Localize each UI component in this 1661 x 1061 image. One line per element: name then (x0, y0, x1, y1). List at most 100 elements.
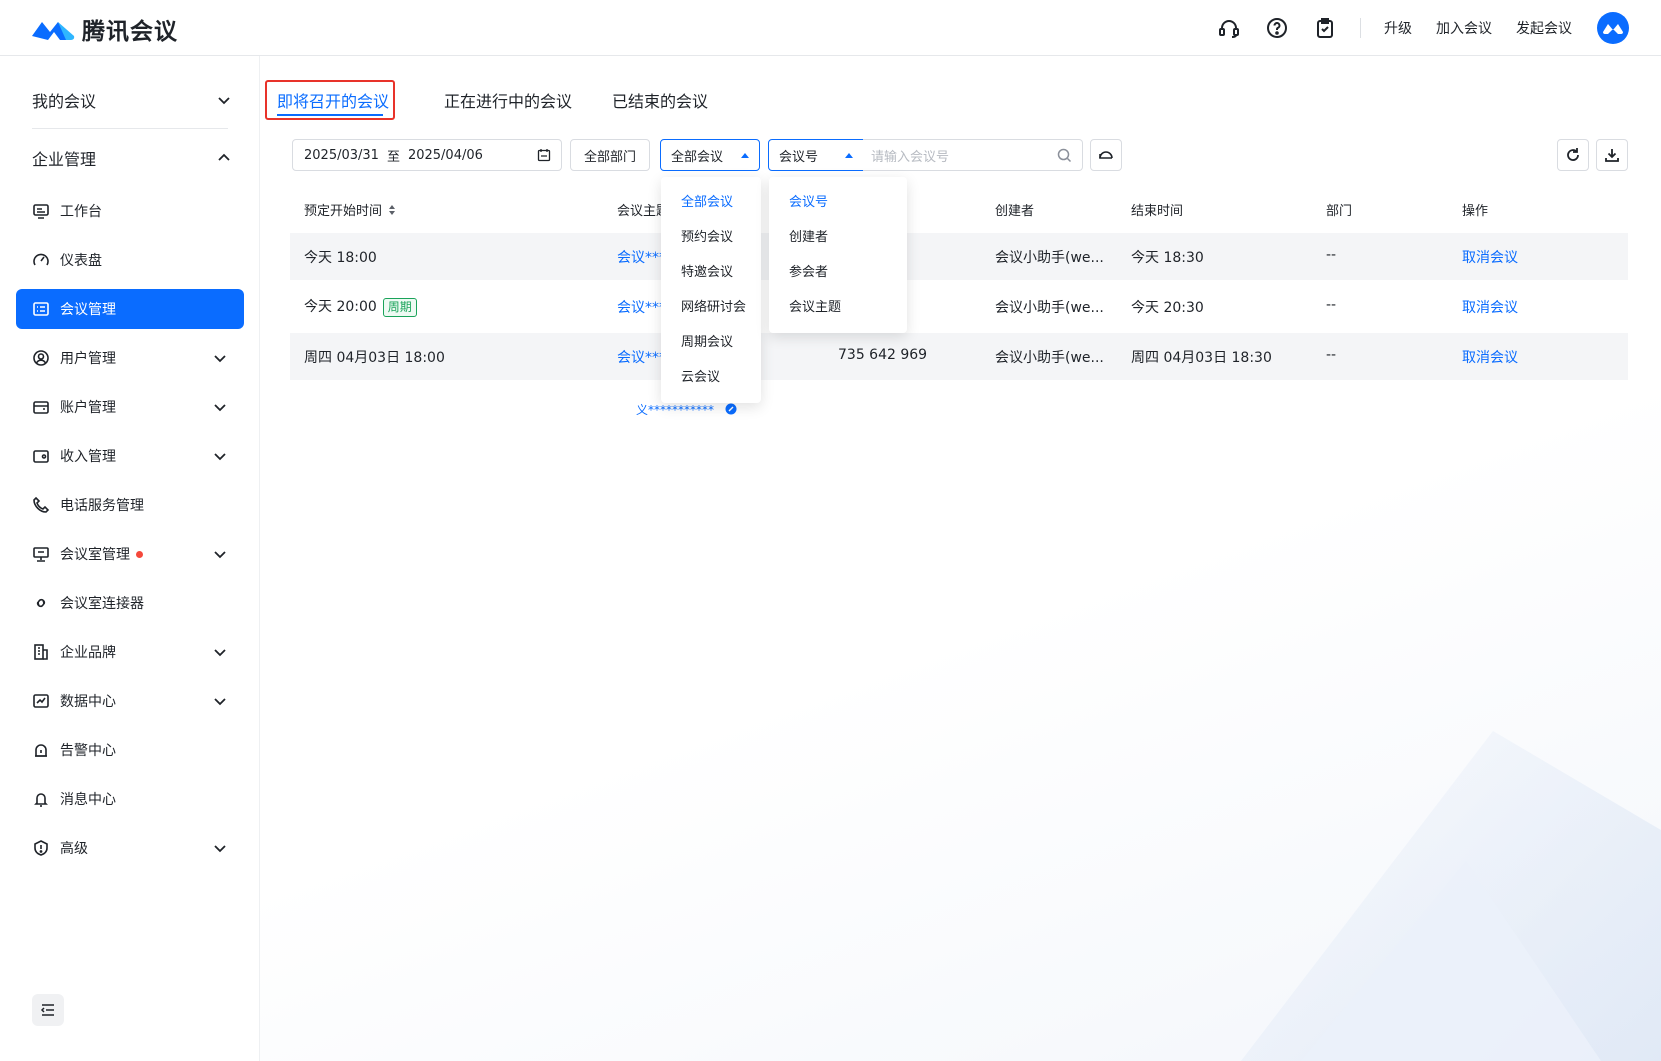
sidebar-item-label: 会议管理 (60, 302, 116, 318)
link-icon (36, 598, 46, 608)
income-icon (33, 450, 49, 463)
sidebar-item-alarm-center[interactable]: 告警中心 (16, 730, 244, 770)
sidebar-item-room-connector[interactable]: 会议室连接器 (16, 583, 244, 623)
search-field-dropdown: 会议号 创建者 参会者 会议主题 (769, 177, 907, 333)
logo[interactable]: 腾讯会议 (30, 12, 178, 46)
meeting-type-option[interactable]: 周期会议 (681, 331, 733, 350)
date-range-picker[interactable]: 2025/03/31 至 2025/04/06 (292, 139, 562, 171)
date-end: 2025/04/06 (407, 147, 483, 163)
sidebar-item-user-management[interactable]: 用户管理 (16, 338, 244, 378)
meeting-type-select[interactable]: 全部会议 (660, 139, 760, 171)
export-download-button[interactable] (1596, 139, 1628, 171)
sidebar-item-phone-service[interactable]: 电话服务管理 (16, 485, 244, 525)
sidebar-item-account-management[interactable]: 账户管理 (16, 387, 244, 427)
task-clipboard-icon[interactable] (1313, 16, 1337, 40)
meeting-type-option[interactable]: 云会议 (681, 366, 720, 385)
sidebar-item-income-management[interactable]: 收入管理 (16, 436, 244, 476)
chevron-down-icon (214, 845, 226, 853)
download-icon (1605, 149, 1619, 162)
join-meeting-link[interactable]: 加入会议 (1436, 18, 1492, 38)
alarm-icon (35, 744, 47, 757)
meeting-type-option[interactable]: 预约会议 (681, 226, 733, 245)
dashboard-screen-icon (33, 204, 49, 219)
department-select[interactable]: 全部部门 (570, 139, 650, 171)
search-field-option[interactable]: 参会者 (789, 261, 828, 280)
sidebar-item-enterprise-brand[interactable]: 企业品牌 (16, 632, 244, 672)
table-row: 今天 18:00 会议*** 55 会议小助手(we... 今天 18:30 -… (290, 233, 1628, 280)
sidebar-item-room-management[interactable]: 会议室管理 (16, 534, 244, 574)
sidebar-group-enterprise[interactable]: 企业管理 (32, 143, 232, 173)
tencent-meeting-logo-icon (32, 22, 75, 40)
cell-end-time: 今天 18:30 (1131, 250, 1204, 266)
meeting-type-option[interactable]: 网络研讨会 (681, 296, 746, 315)
column-header-start-time[interactable]: 预定开始时间 (304, 200, 396, 219)
meeting-type-option[interactable]: 特邀会议 (681, 261, 733, 280)
caret-up-icon (741, 153, 749, 158)
cancel-meeting-link[interactable]: 取消会议 (1462, 347, 1518, 367)
topic-overflow-text: 义*********** (636, 403, 715, 417)
search-field-select[interactable]: 会议号 (768, 139, 864, 171)
tab-ended[interactable]: 已结束的会议 (612, 88, 708, 112)
avatar[interactable] (1597, 12, 1629, 44)
date-start: 2025/03/31 (304, 147, 379, 163)
sidebar-item-label: 企业品牌 (60, 645, 116, 661)
reset-filter-button[interactable] (1090, 139, 1122, 171)
sidebar-item-meeting-management[interactable]: 会议管理 (16, 289, 244, 329)
cell-topic[interactable]: 会议*** (617, 297, 666, 317)
meeting-id-search-input[interactable]: 请输入会议号 (863, 139, 1083, 171)
upgrade-link[interactable]: 升级 (1384, 18, 1412, 38)
sidebar-item-message-center[interactable]: 消息中心 (16, 779, 244, 819)
search-field-option[interactable]: 创建者 (789, 226, 828, 245)
cell-creator: 会议小助手(we... (995, 350, 1104, 366)
chevron-down-icon (214, 404, 226, 412)
sidebar-item-label: 账户管理 (60, 400, 116, 416)
meeting-type-option[interactable]: 全部会议 (681, 191, 733, 210)
cell-start-time: 周四 04月03日 18:00 (304, 350, 445, 366)
search-icon (1057, 148, 1072, 163)
sidebar-item-label: 用户管理 (60, 351, 116, 367)
cell-topic[interactable]: 会议*** (617, 247, 666, 267)
cell-topic[interactable]: 会议*** (617, 347, 666, 367)
logo-text: 腾讯会议 (82, 19, 178, 45)
cancel-meeting-link[interactable]: 取消会议 (1462, 247, 1518, 267)
search-field-option[interactable]: 会议号 (789, 191, 828, 210)
cancel-meeting-link[interactable]: 取消会议 (1462, 297, 1518, 317)
start-time-text: 今天 20:00 (304, 299, 377, 315)
sidebar-item-label: 收入管理 (60, 449, 116, 465)
chevron-up-icon (218, 153, 230, 161)
sidebar-item-advanced[interactable]: 高级 (16, 828, 244, 868)
cell-department: -- (1326, 347, 1337, 363)
list-icon (33, 302, 49, 316)
tab-upcoming[interactable]: 即将召开的会议 (277, 88, 389, 112)
main-content: 即将召开的会议 正在进行中的会议 已结束的会议 2025/03/31 至 202… (260, 56, 1661, 1061)
column-header-end-time: 结束时间 (1131, 204, 1184, 219)
start-meeting-link[interactable]: 发起会议 (1516, 18, 1572, 38)
column-header-creator: 创建者 (995, 204, 1035, 219)
cell-creator: 会议小助手(we... (995, 300, 1104, 316)
calendar-icon (537, 149, 551, 162)
sidebar-group-my-meetings[interactable]: 我的会议 (32, 85, 232, 115)
bell-icon (34, 793, 48, 807)
cell-start-time: 今天 20:00 周期 (304, 296, 417, 317)
sidebar-item-data-center[interactable]: 数据中心 (16, 681, 244, 721)
refresh-button[interactable] (1557, 139, 1589, 171)
collapse-sidebar-button[interactable] (32, 994, 64, 1026)
sidebar-item-workbench[interactable]: 工作台 (16, 191, 244, 231)
sidebar-group-label: 我的会议 (32, 92, 97, 111)
notification-dot (136, 550, 143, 558)
collapse-menu-icon (40, 1004, 54, 1016)
chevron-down-icon (214, 453, 226, 461)
refresh-icon (1567, 148, 1579, 161)
tab-ongoing[interactable]: 正在进行中的会议 (444, 88, 572, 112)
sidebar-item-gauge[interactable]: 仪表盘 (16, 240, 244, 280)
sidebar-item-label: 会议室连接器 (60, 596, 144, 612)
active-tab-underline (277, 114, 383, 116)
sidebar: 我的会议 企业管理 工作台 仪表盘 会议管理 用户管理 账户管理 收入管理 电话… (0, 56, 260, 1061)
headset-support-icon[interactable] (1217, 16, 1241, 40)
sidebar-item-label: 消息中心 (60, 792, 116, 808)
room-icon (33, 547, 49, 562)
cell-end-time: 周四 04月03日 18:30 (1131, 350, 1272, 366)
search-field-option[interactable]: 会议主题 (789, 296, 841, 315)
gauge-icon (33, 253, 49, 266)
help-icon[interactable] (1265, 16, 1289, 40)
